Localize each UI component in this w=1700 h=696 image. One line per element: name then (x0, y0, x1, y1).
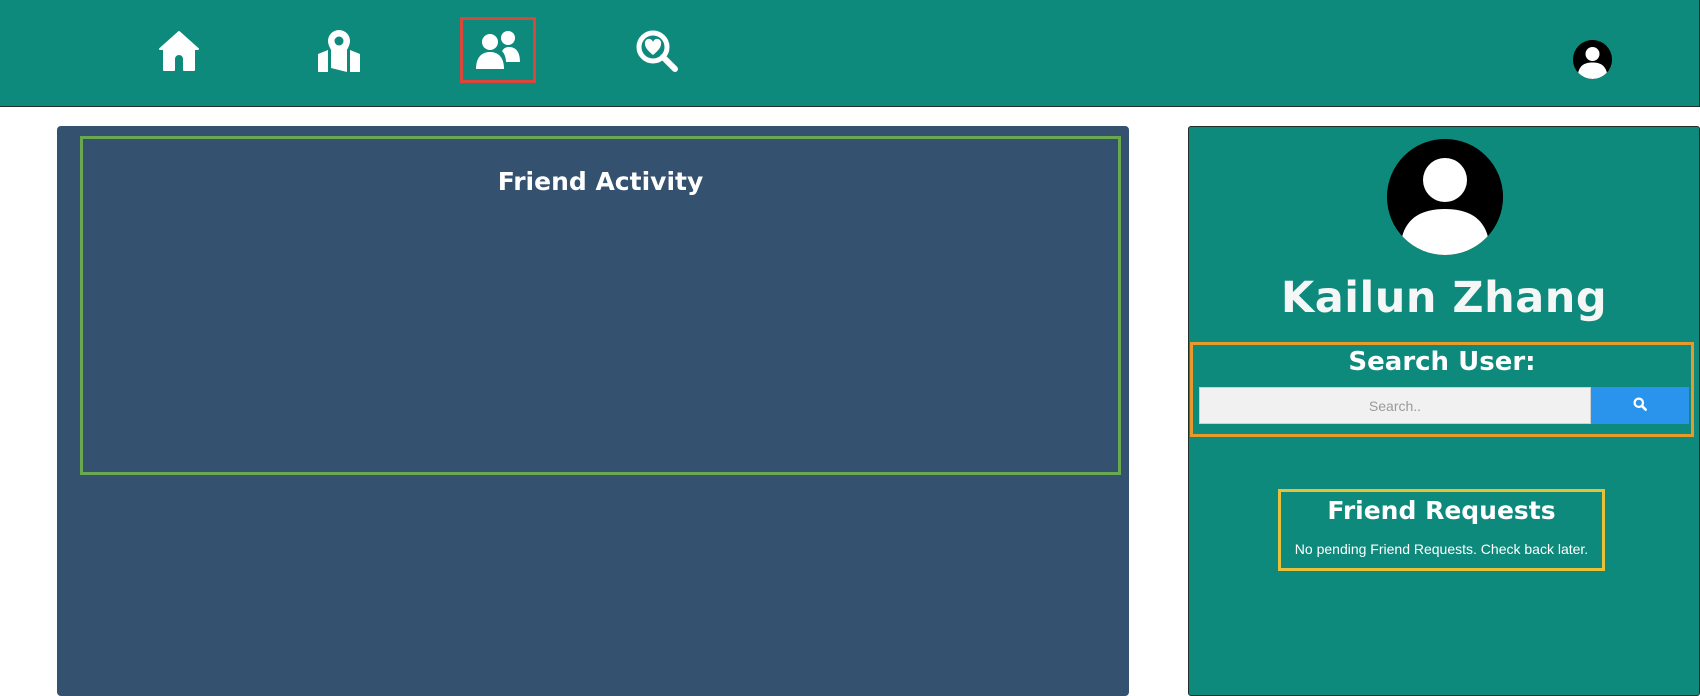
nav-discover-button[interactable] (630, 20, 684, 82)
nav-friends-button[interactable] (460, 17, 536, 83)
search-heart-icon (635, 29, 679, 73)
friends-icon (475, 29, 521, 71)
friend-requests-title: Friend Requests (1327, 496, 1556, 525)
search-user-label: Search User: (1348, 347, 1536, 377)
profile-sidebar: Kailun Zhang Search User: Friend Request… (1188, 126, 1700, 696)
map-pin-icon (316, 28, 362, 74)
friend-requests-message: No pending Friend Requests. Check back l… (1294, 541, 1589, 557)
friend-requests-section: Friend Requests No pending Friend Reques… (1278, 489, 1605, 571)
account-avatar-button[interactable] (1573, 40, 1612, 79)
friend-activity-panel: Friend Activity (57, 126, 1129, 696)
search-input[interactable] (1199, 387, 1591, 424)
search-user-section: Search User: (1190, 342, 1694, 437)
profile-avatar (1387, 139, 1503, 255)
search-button[interactable] (1591, 387, 1689, 424)
search-icon (1633, 397, 1647, 414)
friend-activity-section: Friend Activity (80, 136, 1121, 475)
profile-name: Kailun Zhang (1280, 273, 1608, 323)
home-icon (157, 29, 201, 73)
profile-user-icon (1387, 139, 1503, 255)
top-nav-bar (0, 0, 1700, 107)
friend-activity-title: Friend Activity (497, 167, 704, 196)
nav-map-button[interactable] (312, 20, 366, 82)
user-avatar-icon (1573, 40, 1612, 79)
nav-home-button[interactable] (152, 20, 206, 82)
